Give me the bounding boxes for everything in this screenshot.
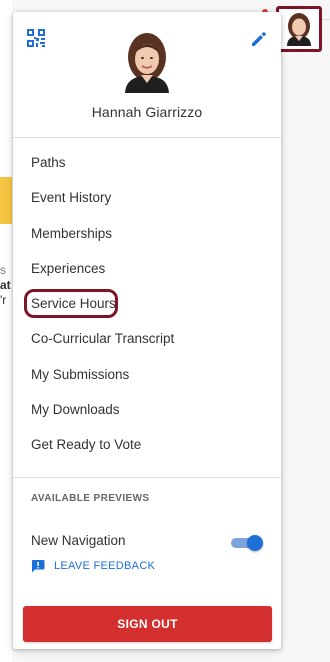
sign-out-button[interactable]: SIGN OUT (23, 606, 272, 642)
pencil-icon[interactable] (249, 29, 269, 49)
toggle-knob (247, 535, 263, 551)
leave-feedback-link[interactable]: LEAVE FEEDBACK (31, 559, 155, 573)
new-navigation-label: New Navigation (31, 533, 126, 548)
menu-item-get-ready-to-vote[interactable]: Get Ready to Vote (13, 427, 281, 462)
user-name: Hannah Giarrizzo (91, 104, 203, 120)
background-yellow-banner (0, 177, 12, 224)
account-menu-panel: Hannah Giarrizzo Paths Event History Mem… (13, 12, 281, 649)
menu-item-co-curricular-transcript[interactable]: Co-Curricular Transcript (13, 321, 281, 356)
background-text: s (0, 263, 6, 277)
divider (13, 137, 281, 138)
available-previews-heading: AVAILABLE PREVIEWS (31, 493, 150, 504)
feedback-icon (32, 560, 45, 573)
avatar-icon (287, 13, 311, 46)
divider (13, 477, 281, 478)
account-menu-list: Paths Event History Memberships Experien… (13, 145, 281, 463)
menu-item-my-downloads[interactable]: My Downloads (13, 392, 281, 427)
background-text: at (0, 278, 11, 292)
profile-avatar-button[interactable] (276, 6, 322, 52)
menu-item-label: Service Hours (31, 296, 116, 312)
menu-item-experiences[interactable]: Experiences (13, 251, 281, 286)
background-content-strip (0, 0, 12, 662)
leave-feedback-label: LEAVE FEEDBACK (54, 560, 156, 572)
menu-item-my-submissions[interactable]: My Submissions (13, 357, 281, 392)
profile-photo (119, 31, 175, 93)
qr-code-icon[interactable] (27, 29, 45, 47)
menu-item-event-history[interactable]: Event History (13, 180, 281, 215)
new-navigation-toggle[interactable] (231, 535, 265, 551)
menu-item-memberships[interactable]: Memberships (13, 216, 281, 251)
menu-item-service-hours[interactable]: Service Hours (13, 286, 281, 321)
background-text: 'r (0, 293, 7, 307)
menu-item-paths[interactable]: Paths (13, 145, 281, 180)
